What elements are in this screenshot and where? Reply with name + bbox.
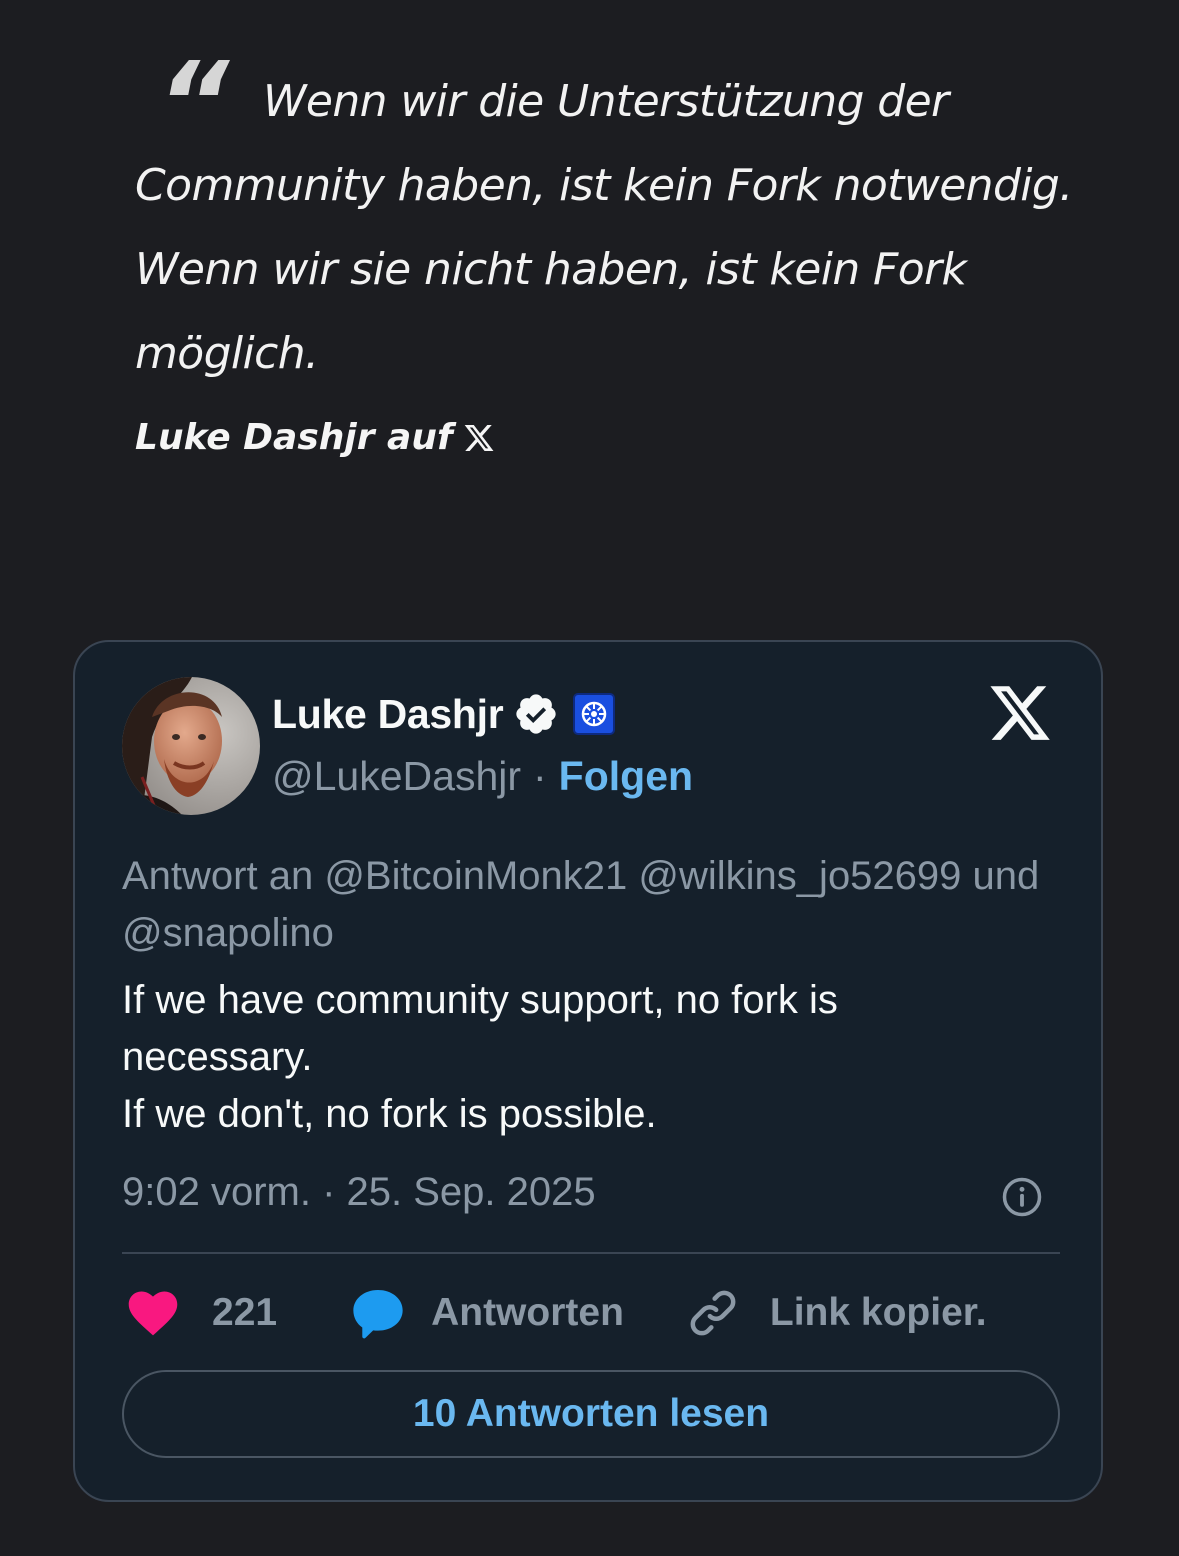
reply-to-text[interactable]: Antwort an @BitcoinMonk21 @wilkins_jo526… bbox=[122, 848, 1062, 962]
link-icon bbox=[682, 1282, 744, 1344]
like-count: 221 bbox=[212, 1291, 278, 1334]
tweet-timestamp[interactable]: 9:02 vorm. · 25. Sep. 2025 bbox=[122, 1164, 596, 1220]
reply-label: Antworten bbox=[431, 1291, 624, 1334]
avatar[interactable] bbox=[122, 677, 260, 815]
tweet-text: If we have community support, no fork is… bbox=[122, 972, 1062, 1143]
x-logo-icon[interactable] bbox=[987, 680, 1053, 746]
read-replies-button[interactable]: 10 Antworten lesen bbox=[122, 1370, 1060, 1458]
quote-source: Luke Dashjr auf bbox=[135, 416, 1095, 460]
quote-source-label: Luke Dashjr auf bbox=[135, 417, 453, 458]
tweet-text-line: necessary. bbox=[122, 1035, 313, 1079]
name-row: Luke Dashjr bbox=[272, 686, 693, 742]
affiliate-badge-icon bbox=[573, 693, 616, 735]
user-handle[interactable]: @LukeDashjr bbox=[272, 748, 521, 804]
user-info: Luke Dashjr @LukeDashjr · Folgen bbox=[272, 686, 693, 804]
pull-quote: “ Wenn wir die Unterstützung der Communi… bbox=[135, 48, 1095, 460]
heart-icon bbox=[122, 1282, 184, 1344]
divider bbox=[122, 1252, 1060, 1254]
info-icon[interactable] bbox=[1001, 1176, 1043, 1218]
tweet-embed-card: Luke Dashjr @LukeDashjr · Folgen Antwort… bbox=[73, 640, 1103, 1502]
separator-dot: · bbox=[533, 753, 547, 799]
reply-button[interactable]: Antworten bbox=[347, 1282, 624, 1344]
display-name[interactable]: Luke Dashjr bbox=[272, 691, 504, 738]
tweet-text-line: If we have community support, no fork is bbox=[122, 978, 838, 1022]
quote-text: Wenn wir die Unterstützung der Community… bbox=[135, 76, 1073, 379]
speech-bubble-icon bbox=[347, 1282, 409, 1344]
x-logo-icon bbox=[463, 422, 495, 454]
tweet-text-line: If we don't, no fork is possible. bbox=[122, 1092, 657, 1136]
handle-row: @LukeDashjr · Folgen bbox=[272, 748, 693, 804]
copy-link-button[interactable]: Link kopier. bbox=[682, 1282, 987, 1344]
like-button[interactable]: 221 bbox=[122, 1282, 277, 1344]
follow-button[interactable]: Folgen bbox=[559, 748, 693, 804]
tweet-actions: 221 Antworten Link kopier. bbox=[122, 1282, 1062, 1344]
verified-badge-icon bbox=[513, 691, 559, 737]
copy-link-label: Link kopier. bbox=[769, 1291, 987, 1334]
quote-mark-icon: “ bbox=[157, 39, 229, 169]
